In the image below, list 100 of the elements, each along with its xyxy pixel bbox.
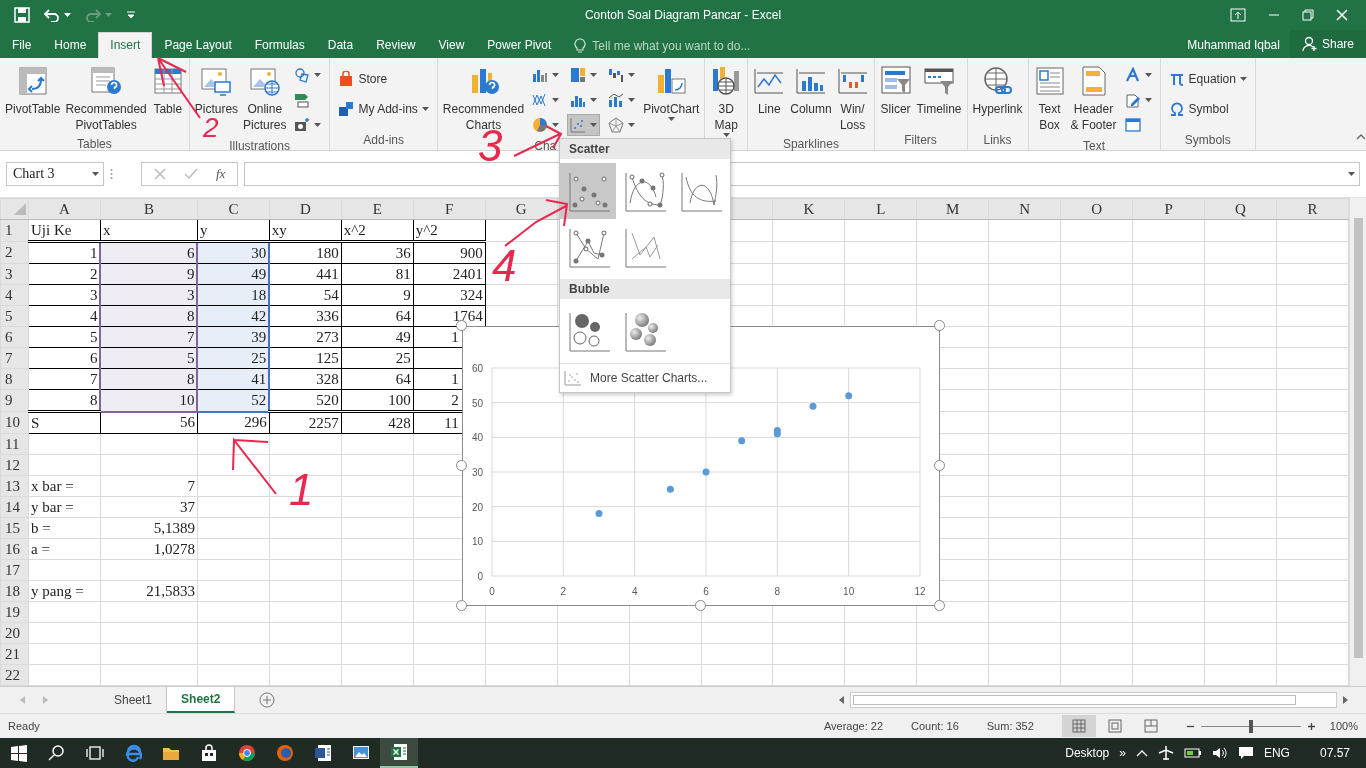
- notification-icon[interactable]: [1237, 746, 1254, 760]
- more-charts-link[interactable]: More Scatter Charts...: [560, 363, 730, 392]
- header-letter[interactable]: B: [100, 198, 198, 220]
- header-letter[interactable]: G: [485, 198, 558, 220]
- resize-handle[interactable]: [934, 460, 945, 471]
- menu-tab[interactable]: File: [1, 33, 43, 58]
- name-box[interactable]: Chart 3: [6, 162, 104, 186]
- scroll-left-icon[interactable]: [837, 695, 847, 705]
- share-button[interactable]: Share: [1289, 30, 1366, 58]
- collapse-ribbon-icon[interactable]: [1356, 134, 1366, 140]
- header-letter[interactable]: E: [341, 198, 414, 220]
- tell-me-field[interactable]: Tell me what you want to do...: [590, 37, 795, 54]
- row-number[interactable]: 18: [0, 580, 29, 602]
- row-number[interactable]: 9: [0, 389, 29, 412]
- clock[interactable]: 07.57: [1319, 746, 1350, 760]
- ribbon-button[interactable]: Header & Footer: [1068, 62, 1119, 136]
- ribbon-button[interactable]: Equation: [1165, 68, 1250, 90]
- header-letter[interactable]: R: [1276, 198, 1349, 220]
- add-sheet-icon[interactable]: [259, 692, 276, 708]
- ribbon-button[interactable]: Table: [149, 62, 186, 120]
- sheet-tab[interactable]: Sheet2: [167, 687, 236, 713]
- row-number[interactable]: 12: [0, 454, 29, 476]
- view-button[interactable]: [1061, 715, 1096, 737]
- ribbon-button[interactable]: Column: [788, 62, 834, 120]
- ribbon-button[interactable]: Online Pictures: [241, 62, 289, 136]
- resize-handle[interactable]: [456, 320, 467, 331]
- menu-tab[interactable]: Insert: [98, 32, 153, 58]
- row-number[interactable]: 7: [0, 347, 29, 369]
- zoom-in-icon[interactable]: [1306, 721, 1316, 731]
- ribbon-button[interactable]: [567, 114, 601, 136]
- insert-function-button[interactable]: fx: [216, 166, 226, 182]
- ribbon-button[interactable]: Slicer: [877, 62, 914, 120]
- ribbon-button[interactable]: My Add-ins: [335, 98, 432, 120]
- customize-icon[interactable]: [126, 11, 136, 19]
- row-number[interactable]: 3: [0, 263, 29, 285]
- row-number[interactable]: 20: [0, 622, 29, 644]
- ribbon-button[interactable]: Win/ Loss: [834, 62, 871, 136]
- save-icon[interactable]: [14, 7, 30, 23]
- header-letter[interactable]: O: [1060, 198, 1133, 220]
- row-number[interactable]: 11: [0, 433, 29, 455]
- restore-icon[interactable]: [1302, 9, 1314, 21]
- more-button[interactable]: »: [1119, 746, 1126, 760]
- menu-tab[interactable]: Power Pivot: [476, 33, 563, 58]
- row-number[interactable]: 14: [0, 496, 29, 518]
- menu-tab[interactable]: Data: [316, 33, 365, 58]
- row-number[interactable]: 6: [0, 326, 29, 348]
- resize-handle[interactable]: [934, 320, 945, 331]
- ribbon-display-icon[interactable]: [1230, 8, 1246, 22]
- header-letter[interactable]: M: [916, 198, 989, 220]
- ribbon-button[interactable]: Symbol: [1165, 98, 1250, 120]
- header-letter[interactable]: Q: [1204, 198, 1277, 220]
- ribbon-button[interactable]: PivotTable: [3, 62, 63, 120]
- ribbon-button[interactable]: Timeline: [914, 62, 964, 120]
- row-number[interactable]: 2: [0, 241, 29, 264]
- slider-thumb[interactable]: [1248, 719, 1253, 733]
- volume-icon[interactable]: [1211, 746, 1228, 760]
- row-number[interactable]: 5: [0, 305, 29, 327]
- row-number[interactable]: 8: [0, 368, 29, 390]
- horizontal-scrollbar[interactable]: [850, 692, 1337, 708]
- menu-tab[interactable]: Home: [43, 33, 98, 58]
- resize-handle[interactable]: [456, 460, 467, 471]
- chevron-up-icon[interactable]: [1135, 749, 1148, 757]
- check-icon[interactable]: [184, 168, 198, 180]
- row-number[interactable]: 21: [0, 643, 29, 665]
- resize-handle[interactable]: [934, 600, 945, 611]
- row-number[interactable]: 15: [0, 517, 29, 539]
- menu-tab[interactable]: Formulas: [243, 33, 316, 58]
- undo-icon[interactable]: [44, 8, 60, 22]
- ribbon-button[interactable]: Recommended PivotTables: [63, 62, 149, 136]
- row-number[interactable]: 4: [0, 284, 29, 306]
- header-letter[interactable]: D: [269, 198, 342, 220]
- row-number[interactable]: 10: [0, 411, 29, 434]
- ribbon-button[interactable]: Line: [751, 62, 788, 120]
- ribbon-button[interactable]: Store: [335, 68, 432, 90]
- header-letter[interactable]: A: [28, 198, 101, 220]
- resize-handle[interactable]: [695, 600, 706, 611]
- vertical-scrollbar[interactable]: [1349, 198, 1366, 686]
- row-number[interactable]: 16: [0, 538, 29, 560]
- ribbon-button[interactable]: PivotChart: [641, 62, 702, 128]
- header-letter[interactable]: C: [197, 198, 270, 220]
- header-letter[interactable]: L: [844, 198, 917, 220]
- close-icon[interactable]: [1336, 9, 1348, 21]
- desktop-toolbar[interactable]: Desktop: [1065, 746, 1110, 760]
- language-indicator[interactable]: ENG: [1263, 746, 1290, 760]
- row-number[interactable]: 19: [0, 601, 29, 623]
- airplane-icon[interactable]: [1157, 745, 1174, 761]
- header-letter[interactable]: P: [1132, 198, 1205, 220]
- header-letter[interactable]: K: [772, 198, 845, 220]
- menu-tab[interactable]: Page Layout: [153, 33, 243, 58]
- row-number[interactable]: 22: [0, 664, 29, 686]
- row-number[interactable]: 1: [0, 219, 29, 242]
- chart-type-option[interactable]: [560, 163, 616, 219]
- row-number[interactable]: 17: [0, 559, 29, 581]
- header-letter[interactable]: F: [413, 198, 486, 220]
- scroll-right-icon[interactable]: [1340, 695, 1350, 705]
- taskbar-app[interactable]: [380, 738, 418, 768]
- resize-handle[interactable]: [456, 600, 467, 611]
- ribbon-button[interactable]: Text Box: [1031, 62, 1068, 136]
- row-number[interactable]: 13: [0, 475, 29, 497]
- menu-tab[interactable]: Review: [365, 33, 427, 58]
